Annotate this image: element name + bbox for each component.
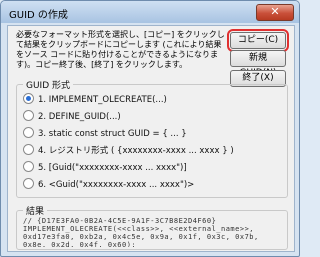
guid-format-label: GUID 形式 — [23, 78, 74, 91]
close-button[interactable]: ✕ — [256, 4, 294, 21]
format-option-label: 1. IMPLEMENT_OLECREATE(...) — [38, 95, 167, 105]
format-option-label: 4. レジストリ形式 ( {xxxxxxxx-xxxx ... xxxx } ) — [38, 146, 234, 156]
format-option-2[interactable]: 2. DEFINE_GUID(...) — [23, 110, 121, 122]
format-option-label: 2. DEFINE_GUID(...) — [38, 112, 121, 122]
instructions-text: 必要なフォーマット形式を選択し、[コピー] をクリックして結果をクリップボードに… — [16, 30, 225, 69]
format-option-1[interactable]: 1. IMPLEMENT_OLECREATE(...) — [23, 93, 167, 105]
title-bar[interactable]: GUID の作成 ✕ — [1, 1, 299, 23]
window-title: GUID の作成 — [9, 10, 68, 21]
result-text: // {D17E3FA0-0B2A-4C5E-9A1F-3C7B8E2D4F60… — [23, 217, 259, 247]
radio-button[interactable] — [23, 127, 34, 138]
radio-button-selected[interactable] — [23, 93, 34, 104]
format-option-label: 6. <Guid("xxxxxxxx-xxxx ... xxxx")> — [38, 180, 195, 190]
result-label: 結果 — [23, 204, 48, 217]
dialog-client-area: 必要なフォーマット形式を選択し、[コピー] をクリックして結果をクリップボードに… — [7, 25, 295, 252]
format-option-5[interactable]: 5. [Guid("xxxxxxxx-xxxx ... xxxx")] — [23, 161, 187, 173]
guid-format-group: GUID 形式 1. IMPLEMENT_OLECREATE(...) 2. D… — [16, 78, 288, 198]
format-option-3[interactable]: 3. static const struct GUID = { ... } — [23, 127, 187, 139]
copy-button[interactable]: コピー(C) — [227, 29, 289, 52]
new-guid-button[interactable]: 新規 GUID(N) — [230, 50, 286, 78]
radio-button[interactable] — [23, 178, 34, 189]
radio-button[interactable] — [23, 144, 34, 155]
format-option-label: 3. static const struct GUID = { ... } — [38, 129, 187, 139]
radio-button[interactable] — [23, 161, 34, 172]
format-option-label: 5. [Guid("xxxxxxxx-xxxx ... xxxx")] — [38, 163, 187, 173]
result-group: 結果 // {D17E3FA0-0B2A-4C5E-9A1F-3C7B8E2D4… — [16, 204, 288, 250]
radio-button[interactable] — [23, 110, 34, 121]
format-option-6[interactable]: 6. <Guid("xxxxxxxx-xxxx ... xxxx")> — [23, 178, 194, 190]
guid-dialog-window: GUID の作成 ✕ 必要なフォーマット形式を選択し、[コピー] をクリックして… — [0, 0, 300, 257]
format-option-4[interactable]: 4. レジストリ形式 ( {xxxxxxxx-xxxx ... xxxx } ) — [23, 144, 234, 156]
